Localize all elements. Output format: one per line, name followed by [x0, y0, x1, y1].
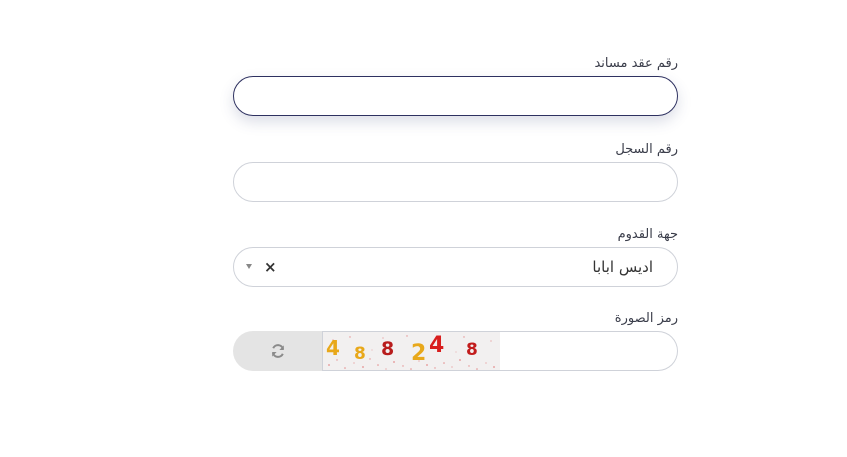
contract-number-field[interactable] — [233, 76, 678, 116]
captcha-digit-5: 4 — [429, 333, 444, 358]
captcha-digit-1: 4 — [326, 336, 340, 360]
chevron-down-icon[interactable] — [246, 264, 252, 269]
captcha-image: 4 8 8 2 4 8 — [322, 331, 501, 371]
captcha-group: 4 8 8 2 4 8 — [233, 331, 678, 371]
contract-number-input[interactable] — [234, 77, 677, 115]
captcha-refresh-button[interactable] — [233, 331, 323, 371]
captcha-digit-6: 8 — [466, 340, 478, 360]
captcha-digits: 4 8 8 2 4 8 — [326, 333, 478, 366]
arrival-origin-select[interactable]: اديس ابابا × — [233, 247, 678, 287]
captcha-digit-4: 2 — [411, 341, 426, 366]
captcha-label: رمز الصورة — [614, 311, 678, 326]
captcha-digit-2: 8 — [354, 344, 366, 364]
captcha-input-field[interactable] — [500, 331, 678, 371]
record-number-label: رقم السجل — [615, 142, 678, 157]
contract-number-label: رقم عقد مساند — [594, 56, 678, 71]
captcha-image-graphic: 4 8 8 2 4 8 — [326, 333, 495, 370]
clear-selection-icon[interactable]: × — [264, 248, 277, 286]
record-number-input[interactable] — [234, 163, 677, 201]
captcha-digit-3: 8 — [381, 338, 394, 360]
captcha-input[interactable] — [500, 332, 677, 370]
arrival-origin-label: جهة القدوم — [617, 227, 678, 242]
refresh-icon — [272, 344, 284, 358]
arrival-origin-selected-value: اديس ابابا — [592, 258, 653, 276]
record-number-field[interactable] — [233, 162, 678, 202]
